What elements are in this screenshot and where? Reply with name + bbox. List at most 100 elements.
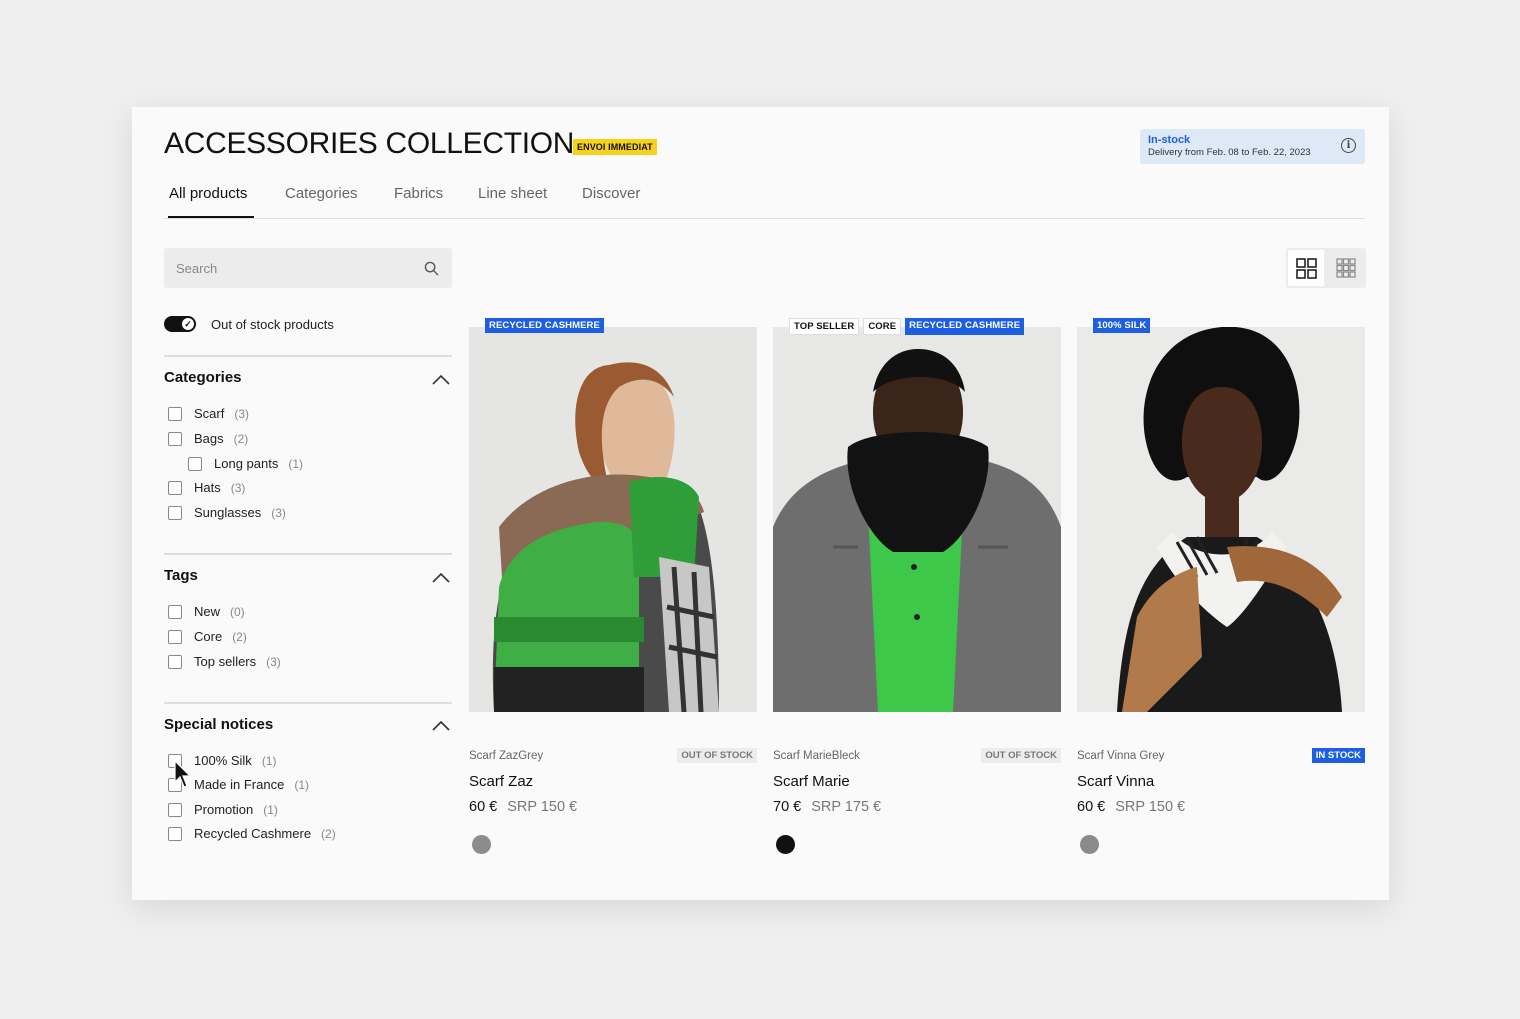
checkbox[interactable] (168, 505, 182, 520)
categories-filter-title[interactable]: Categories (164, 369, 242, 386)
product-tags: RECYCLED CASHMERE (485, 318, 604, 333)
search-input[interactable]: Search (164, 248, 452, 288)
wholesale-price: 70 € (773, 799, 802, 815)
stock-status-badge: OUT OF STOCK (677, 748, 757, 763)
divider (164, 553, 452, 555)
product-image[interactable] (1077, 327, 1365, 712)
option-count: (1) (294, 777, 309, 792)
product-ref: Scarf Vinna Grey (1077, 750, 1165, 762)
wholesale-price: 60 € (469, 799, 498, 815)
checkbox[interactable] (168, 480, 182, 495)
product-name[interactable]: Scarf Vinna (1077, 773, 1154, 790)
grid-large-icon (1296, 258, 1317, 279)
checkbox[interactable] (168, 406, 182, 421)
product-name[interactable]: Scarf Marie (773, 773, 850, 790)
product-ref: Scarf ZazGrey (469, 750, 544, 762)
option-count: (2) (321, 826, 336, 841)
large-grid-button[interactable] (1288, 250, 1324, 286)
retail-price: SRP 150 € (1115, 799, 1186, 815)
out-of-stock-toggle[interactable]: ✓ (164, 316, 196, 332)
product-tag: RECYCLED CASHMERE (905, 318, 1025, 335)
product-tags: TOP SELLER CORE RECYCLED CASHMERE (789, 318, 1025, 335)
filter-option-sunglasses[interactable]: Sunglasses (3) (168, 505, 286, 520)
option-label: Core (194, 629, 223, 644)
product-tag: CORE (863, 318, 902, 335)
product-price: 70 € SRP 175 € (773, 799, 881, 815)
color-swatch[interactable] (472, 835, 491, 854)
option-count: (1) (288, 456, 304, 471)
filter-option-promotion[interactable]: Promotion (1) (168, 802, 278, 817)
chevron-up-icon[interactable] (432, 721, 450, 731)
filter-option-recycled-cashmere[interactable]: Recycled Cashmere (2) (168, 826, 336, 841)
option-label: Recycled Cashmere (194, 826, 312, 841)
model-photo (1077, 327, 1365, 712)
product-tag: RECYCLED CASHMERE (485, 318, 604, 333)
filter-option-scarf[interactable]: Scarf (3) (168, 406, 249, 421)
filter-option-new[interactable]: New (0) (168, 604, 245, 619)
delivery-dates: Delivery from Feb. 08 to Feb. 22, 2023 (1148, 147, 1311, 158)
option-label: Long pants (214, 456, 279, 471)
checkbox[interactable] (168, 629, 182, 644)
stock-info-box: In-stock Delivery from Feb. 08 to Feb. 2… (1140, 129, 1365, 164)
retail-price: SRP 175 € (811, 799, 882, 815)
retail-price: SRP 150 € (507, 799, 578, 815)
color-swatch[interactable] (776, 835, 795, 854)
tags-filter-title[interactable]: Tags (164, 567, 198, 584)
checkbox[interactable] (168, 826, 182, 841)
check-icon: ✓ (182, 318, 194, 330)
color-swatch[interactable] (1080, 835, 1099, 854)
checkbox[interactable] (168, 431, 182, 446)
filter-option-bags[interactable]: Bags (2) (168, 431, 248, 446)
page-title: ACCESSORIES COLLECTION (164, 127, 575, 160)
divider (164, 355, 452, 357)
search-placeholder: Search (176, 261, 218, 276)
model-photo (469, 327, 757, 712)
checkbox[interactable] (168, 604, 182, 619)
tab-bar: All products Categories Fabrics Line she… (164, 183, 1365, 219)
product-tag: 100% SILK (1093, 318, 1151, 333)
option-count: (3) (266, 654, 281, 669)
search-icon[interactable] (424, 261, 439, 276)
option-label: Hats (194, 480, 221, 495)
active-tab-indicator (168, 216, 254, 218)
product-name[interactable]: Scarf Zaz (469, 773, 533, 790)
tab-all-products[interactable]: All products (169, 185, 247, 202)
grid-small-icon[interactable] (1328, 250, 1364, 286)
info-icon[interactable]: i (1341, 138, 1356, 153)
tab-line-sheet[interactable]: Line sheet (478, 185, 547, 202)
option-label: Made in France (194, 777, 285, 792)
filter-option-core[interactable]: Core (2) (168, 629, 247, 644)
product-price: 60 € SRP 150 € (1077, 799, 1185, 815)
tab-categories[interactable]: Categories (285, 185, 358, 202)
option-label: Bags (194, 431, 224, 446)
option-count: (1) (263, 802, 278, 817)
tab-discover[interactable]: Discover (582, 185, 640, 202)
option-label: New (194, 604, 221, 619)
option-label: 100% Silk (194, 753, 252, 768)
special-notices-filter-title[interactable]: Special notices (164, 716, 273, 733)
chevron-up-icon[interactable] (432, 375, 450, 385)
wholesale-price: 60 € (1077, 799, 1106, 815)
mouse-cursor-icon (174, 760, 192, 788)
checkbox[interactable] (168, 654, 182, 669)
option-count: (0) (230, 604, 245, 619)
shipping-badge: ENVOI IMMEDIAT (573, 139, 657, 155)
collection-panel: ACCESSORIES COLLECTION ENVOI IMMEDIAT In… (132, 107, 1389, 900)
option-count: (3) (271, 505, 286, 520)
filter-option-long-pants[interactable]: Long pants (1) (188, 456, 303, 471)
product-tag: TOP SELLER (789, 318, 860, 335)
option-count: (3) (234, 406, 250, 421)
filter-option-hats[interactable]: Hats (3) (168, 480, 245, 495)
filter-option-top-sellers[interactable]: Top sellers (3) (168, 654, 281, 669)
checkbox[interactable] (188, 456, 202, 471)
product-ref: Scarf MarieBleck (773, 750, 860, 762)
option-count: (2) (232, 629, 247, 644)
chevron-up-icon[interactable] (432, 573, 450, 583)
product-image[interactable] (469, 327, 757, 712)
model-photo (773, 327, 1061, 712)
product-image[interactable] (773, 327, 1061, 712)
checkbox[interactable] (168, 802, 182, 817)
stock-title: In-stock (1148, 134, 1191, 146)
option-count: (2) (233, 431, 249, 446)
tab-fabrics[interactable]: Fabrics (394, 185, 443, 202)
